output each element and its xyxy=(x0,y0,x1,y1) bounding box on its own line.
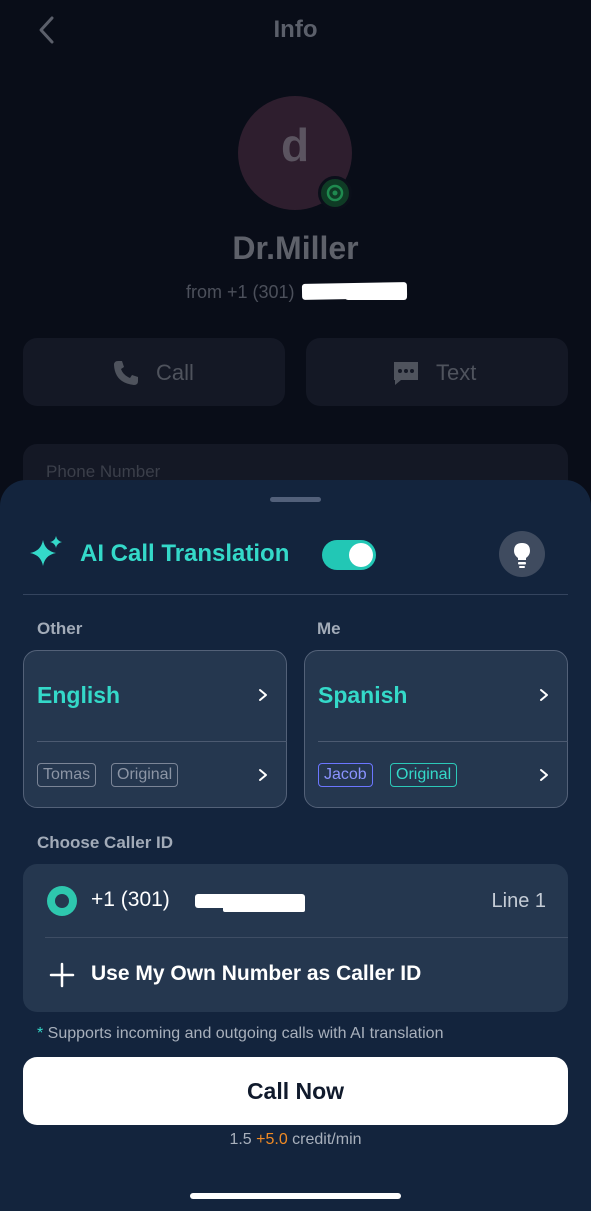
call-button[interactable]: Call xyxy=(23,338,285,406)
voice-tag: Tomas xyxy=(37,763,97,787)
chevron-right-icon[interactable] xyxy=(256,768,270,782)
caller-id-radio[interactable] xyxy=(47,886,77,916)
page-title: Info xyxy=(273,16,318,43)
robot-badge-icon xyxy=(318,176,352,210)
voice-tag: Jacob xyxy=(318,763,373,787)
caller-id-card: +1 (301) Line 1 Use My Own Number as Cal… xyxy=(23,864,568,1012)
divider xyxy=(318,741,568,742)
redaction-mark xyxy=(223,904,305,912)
call-now-button[interactable]: Call Now xyxy=(23,1057,568,1125)
phone-icon xyxy=(114,361,138,385)
call-now-label: Call Now xyxy=(246,1077,345,1104)
caller-id-label: Choose Caller ID xyxy=(37,833,174,852)
me-language-selector[interactable]: Spanish xyxy=(318,682,407,709)
divider xyxy=(23,594,568,595)
message-icon xyxy=(394,362,418,385)
plus-icon[interactable] xyxy=(49,962,75,988)
support-note-text: Supports incoming and outgoing calls wit… xyxy=(43,1025,444,1042)
ai-translation-title: AI Call Translation xyxy=(80,540,290,567)
mode-tag: Original xyxy=(111,763,179,787)
contact-from-number: from +1 (301) xyxy=(186,282,295,302)
call-button-label: Call xyxy=(156,360,194,385)
home-indicator xyxy=(190,1193,401,1199)
rate-base: 1.5 xyxy=(229,1131,257,1148)
redaction-mark xyxy=(345,291,407,300)
other-language-card: English Tomas Original xyxy=(23,650,287,808)
me-column-label: Me xyxy=(317,619,341,638)
avatar-letter: d xyxy=(280,119,310,171)
rate-bonus: +5.0 xyxy=(256,1131,288,1148)
translation-toggle[interactable] xyxy=(322,540,376,570)
text-button-label: Text xyxy=(436,360,477,385)
chevron-right-icon[interactable] xyxy=(537,768,551,782)
sparkle-icon xyxy=(30,536,62,566)
text-button[interactable]: Text xyxy=(306,338,568,406)
other-column-label: Other xyxy=(37,619,83,638)
ai-translation-sheet: AI Call Translation Other English Tomas … xyxy=(0,480,591,1211)
top-bar: Info xyxy=(0,0,591,62)
chevron-right-icon[interactable] xyxy=(256,688,270,702)
divider xyxy=(45,937,568,938)
mode-tag: Original xyxy=(390,763,458,787)
use-own-number-option[interactable]: Use My Own Number as Caller ID xyxy=(91,962,421,986)
caller-id-number: +1 (301) xyxy=(91,888,170,911)
tips-button[interactable] xyxy=(499,531,545,577)
lightbulb-icon xyxy=(514,543,530,568)
sheet-drag-handle[interactable] xyxy=(270,497,321,502)
me-language-card: Spanish Jacob Original xyxy=(304,650,568,808)
rate-unit: credit/min xyxy=(287,1131,362,1148)
contact-name: Dr.Miller xyxy=(232,230,359,266)
support-note: * Supports incoming and outgoing calls w… xyxy=(37,1025,443,1043)
divider xyxy=(37,741,287,742)
radio-dot xyxy=(55,894,69,908)
phone-number-label: Phone Number xyxy=(46,462,161,481)
chevron-right-icon[interactable] xyxy=(537,688,551,702)
other-language-selector[interactable]: English xyxy=(37,682,120,709)
line-label: Line 1 xyxy=(491,890,547,912)
credit-rate: 1.5 +5.0 credit/min xyxy=(0,1131,591,1149)
toggle-knob xyxy=(349,543,373,567)
